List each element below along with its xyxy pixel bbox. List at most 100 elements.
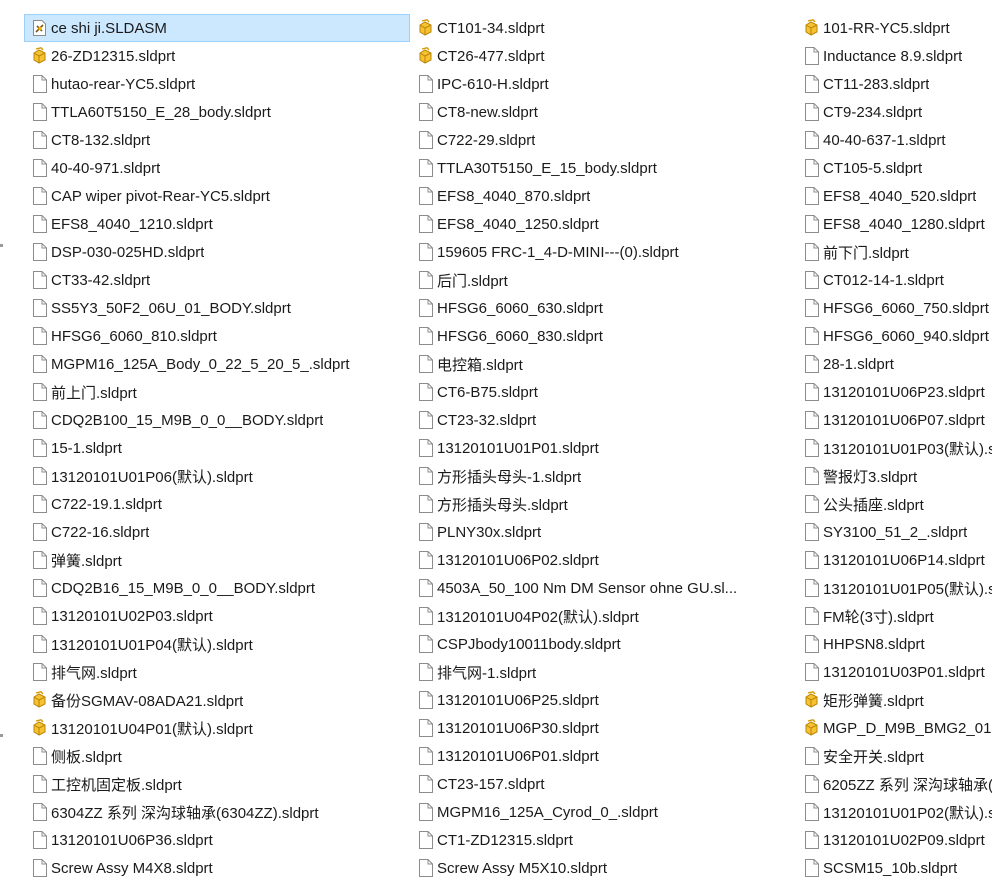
file-item[interactable]: 40-40-971.sldprt bbox=[24, 154, 410, 182]
file-item[interactable]: EFS8_4040_870.sldprt bbox=[410, 182, 796, 210]
file-item[interactable]: EFS8_4040_1250.sldprt bbox=[410, 210, 796, 238]
file-item[interactable]: 13120101U04P01(默认).sldprt bbox=[24, 714, 410, 742]
file-item[interactable]: 26-ZD12315.sldprt bbox=[24, 42, 410, 70]
file-item[interactable]: 28-1.sldprt bbox=[796, 350, 992, 378]
file-item[interactable]: 13120101U06P23.sldprt bbox=[796, 378, 992, 406]
file-item[interactable]: HFSG6_6060_810.sldprt bbox=[24, 322, 410, 350]
file-item[interactable]: 侧板.sldprt bbox=[24, 742, 410, 770]
file-item[interactable]: 13120101U01P05(默认).sldprt bbox=[796, 574, 992, 602]
file-name: C722-19.1.sldprt bbox=[51, 495, 162, 513]
file-item[interactable]: 排气网-1.sldprt bbox=[410, 658, 796, 686]
file-item[interactable]: 15-1.sldprt bbox=[24, 434, 410, 462]
file-item[interactable]: 前下门.sldprt bbox=[796, 238, 992, 266]
file-item[interactable]: Inductance 8.9.sldprt bbox=[796, 42, 992, 70]
file-item[interactable]: CT8-132.sldprt bbox=[24, 126, 410, 154]
file-item[interactable]: EFS8_4040_1280.sldprt bbox=[796, 210, 992, 238]
file-item[interactable]: TTLA30T5150_E_15_body.sldprt bbox=[410, 154, 796, 182]
file-item[interactable]: CDQ2B16_15_M9B_0_0__BODY.sldprt bbox=[24, 574, 410, 602]
file-item[interactable]: Screw Assy M5X10.sldprt bbox=[410, 854, 796, 882]
file-item[interactable]: 公头插座.sldprt bbox=[796, 490, 992, 518]
file-item[interactable]: SY3100_51_2_.sldprt bbox=[796, 518, 992, 546]
file-item[interactable]: hutao-rear-YC5.sldprt bbox=[24, 70, 410, 98]
file-item[interactable]: HFSG6_6060_630.sldprt bbox=[410, 294, 796, 322]
file-item[interactable]: 13120101U06P14.sldprt bbox=[796, 546, 992, 574]
file-item[interactable]: 工控机固定板.sldprt bbox=[24, 770, 410, 798]
file-item[interactable]: HFSG6_6060_940.sldprt bbox=[796, 322, 992, 350]
file-item[interactable]: HFSG6_6060_750.sldprt bbox=[796, 294, 992, 322]
file-item[interactable]: 方形插头母头-1.sldprt bbox=[410, 462, 796, 490]
file-name: 前上门.sldprt bbox=[51, 384, 137, 402]
file-item[interactable]: CT33-42.sldprt bbox=[24, 266, 410, 294]
file-item[interactable]: 159605 FRC-1_4-D-MINI---(0).sldprt bbox=[410, 238, 796, 266]
file-item[interactable]: 13120101U06P02.sldprt bbox=[410, 546, 796, 574]
file-item[interactable]: CT9-234.sldprt bbox=[796, 98, 992, 126]
file-item[interactable]: 13120101U06P36.sldprt bbox=[24, 826, 410, 854]
file-item[interactable]: 13120101U06P30.sldprt bbox=[410, 714, 796, 742]
file-item[interactable]: 安全开关.sldprt bbox=[796, 742, 992, 770]
file-item[interactable]: HHPSN8.sldprt bbox=[796, 630, 992, 658]
file-name: DSP-030-025HD.sldprt bbox=[51, 243, 205, 261]
file-item[interactable]: CSPJbody10011body.sldprt bbox=[410, 630, 796, 658]
file-name: CT6-B75.sldprt bbox=[437, 383, 538, 401]
file-item[interactable]: HFSG6_6060_830.sldprt bbox=[410, 322, 796, 350]
file-item[interactable]: 40-40-637-1.sldprt bbox=[796, 126, 992, 154]
file-item[interactable]: 方形插头母头.sldprt bbox=[410, 490, 796, 518]
file-item[interactable]: 13120101U03P01.sldprt bbox=[796, 658, 992, 686]
file-item[interactable]: 6304ZZ 系列 深沟球轴承(6304ZZ).sldprt bbox=[24, 798, 410, 826]
file-item[interactable]: CT012-14-1.sldprt bbox=[796, 266, 992, 294]
file-item[interactable]: PLNY30x.sldprt bbox=[410, 518, 796, 546]
file-item[interactable]: DSP-030-025HD.sldprt bbox=[24, 238, 410, 266]
file-item[interactable]: 13120101U01P03(默认).sldprt bbox=[796, 434, 992, 462]
file-item[interactable]: 101-RR-YC5.sldprt bbox=[796, 14, 992, 42]
file-item[interactable]: SS5Y3_50F2_06U_01_BODY.sldprt bbox=[24, 294, 410, 322]
file-item[interactable]: CT11-283.sldprt bbox=[796, 70, 992, 98]
file-item[interactable]: C722-19.1.sldprt bbox=[24, 490, 410, 518]
file-item[interactable]: 电控箱.sldprt bbox=[410, 350, 796, 378]
file-item[interactable]: 13120101U02P09.sldprt bbox=[796, 826, 992, 854]
file-item[interactable]: MGP_D_M9B_BMG2_01.sldprt bbox=[796, 714, 992, 742]
file-item[interactable]: 警报灯3.sldprt bbox=[796, 462, 992, 490]
file-item[interactable]: CT6-B75.sldprt bbox=[410, 378, 796, 406]
file-item[interactable]: CAP wiper pivot-Rear-YC5.sldprt bbox=[24, 182, 410, 210]
file-icon bbox=[418, 859, 433, 877]
file-item[interactable]: 13120101U01P06(默认).sldprt bbox=[24, 462, 410, 490]
file-item[interactable]: 13120101U01P02(默认).sldprt bbox=[796, 798, 992, 826]
file-item[interactable]: EFS8_4040_520.sldprt bbox=[796, 182, 992, 210]
file-item[interactable]: 备份SGMAV-08ADA21.sldprt bbox=[24, 686, 410, 714]
file-icon bbox=[32, 327, 47, 345]
file-item[interactable]: CT23-157.sldprt bbox=[410, 770, 796, 798]
file-item[interactable]: C722-29.sldprt bbox=[410, 126, 796, 154]
file-item[interactable]: CDQ2B100_15_M9B_0_0__BODY.sldprt bbox=[24, 406, 410, 434]
file-item[interactable]: Screw Assy M4X8.sldprt bbox=[24, 854, 410, 882]
file-item[interactable]: 后门.sldprt bbox=[410, 266, 796, 294]
file-item[interactable]: MGPM16_125A_Cyrod_0_.sldprt bbox=[410, 798, 796, 826]
file-item[interactable]: 13120101U04P02(默认).sldprt bbox=[410, 602, 796, 630]
file-item[interactable]: CT101-34.sldprt bbox=[410, 14, 796, 42]
file-item[interactable]: CT1-ZD12315.sldprt bbox=[410, 826, 796, 854]
file-item[interactable]: CT105-5.sldprt bbox=[796, 154, 992, 182]
file-item[interactable]: IPC-610-H.sldprt bbox=[410, 70, 796, 98]
file-icon bbox=[32, 775, 47, 793]
file-item[interactable]: CT8-new.sldprt bbox=[410, 98, 796, 126]
file-item[interactable]: FM轮(3寸).sldprt bbox=[796, 602, 992, 630]
file-item[interactable]: 前上门.sldprt bbox=[24, 378, 410, 406]
file-item[interactable]: MGPM16_125A_Body_0_22_5_20_5_.sldprt bbox=[24, 350, 410, 378]
file-item[interactable]: 6205ZZ 系列 深沟球轴承(6205ZZ).sldprt bbox=[796, 770, 992, 798]
file-item[interactable]: CT23-32.sldprt bbox=[410, 406, 796, 434]
file-item[interactable]: 4503A_50_100 Nm DM Sensor ohne GU.sl... bbox=[410, 574, 796, 602]
file-item[interactable]: ce shi ji.SLDASM bbox=[24, 14, 410, 42]
file-item[interactable]: C722-16.sldprt bbox=[24, 518, 410, 546]
file-item[interactable]: EFS8_4040_1210.sldprt bbox=[24, 210, 410, 238]
file-item[interactable]: 13120101U06P25.sldprt bbox=[410, 686, 796, 714]
file-item[interactable]: CT26-477.sldprt bbox=[410, 42, 796, 70]
file-item[interactable]: 弹簧.sldprt bbox=[24, 546, 410, 574]
file-item[interactable]: 13120101U06P07.sldprt bbox=[796, 406, 992, 434]
file-item[interactable]: 13120101U06P01.sldprt bbox=[410, 742, 796, 770]
file-item[interactable]: 排气网.sldprt bbox=[24, 658, 410, 686]
file-item[interactable]: SCSM15_10b.sldprt bbox=[796, 854, 992, 882]
file-item[interactable]: 13120101U01P04(默认).sldprt bbox=[24, 630, 410, 658]
file-item[interactable]: TTLA60T5150_E_28_body.sldprt bbox=[24, 98, 410, 126]
file-item[interactable]: 13120101U01P01.sldprt bbox=[410, 434, 796, 462]
file-item[interactable]: 13120101U02P03.sldprt bbox=[24, 602, 410, 630]
file-item[interactable]: 矩形弹簧.sldprt bbox=[796, 686, 992, 714]
